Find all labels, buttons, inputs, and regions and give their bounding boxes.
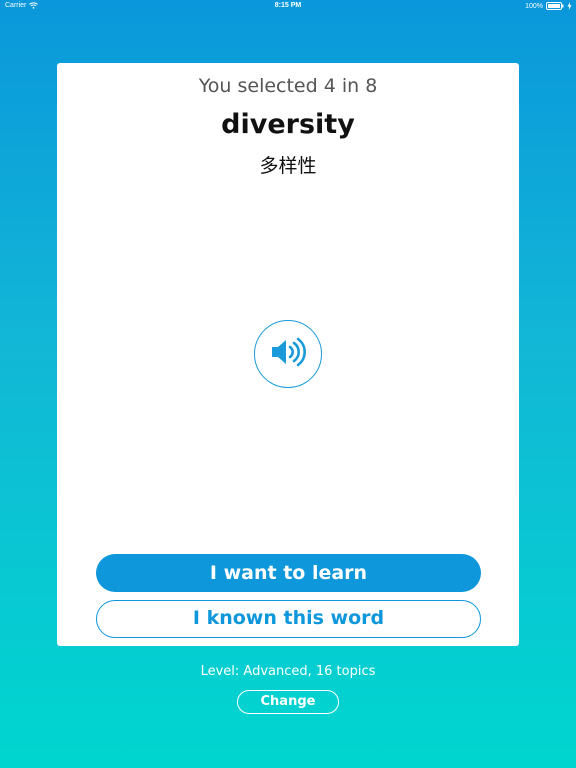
known-word-button[interactable]: I known this word [96, 600, 481, 638]
play-audio-button[interactable] [254, 320, 322, 388]
level-info: Level: Advanced, 16 topics [200, 664, 376, 679]
status-time: 8:15 PM [274, 2, 302, 9]
progress-text: You selected 4 in 8 [198, 75, 378, 97]
speaker-icon [270, 337, 306, 371]
word-card: You selected 4 in 8 diversity 多样性 I want… [57, 63, 519, 646]
status-right: 100% [525, 2, 572, 10]
word-translation: 多样性 [259, 155, 317, 177]
charging-icon [567, 2, 572, 10]
want-to-learn-button[interactable]: I want to learn [96, 554, 481, 592]
change-level-button[interactable]: Change [237, 690, 339, 714]
vocabulary-word: diversity [221, 109, 355, 140]
battery-percent: 100% [525, 2, 543, 10]
status-bar: Carrier 8:15 PM 100% [0, 0, 576, 12]
battery-icon [546, 2, 564, 10]
